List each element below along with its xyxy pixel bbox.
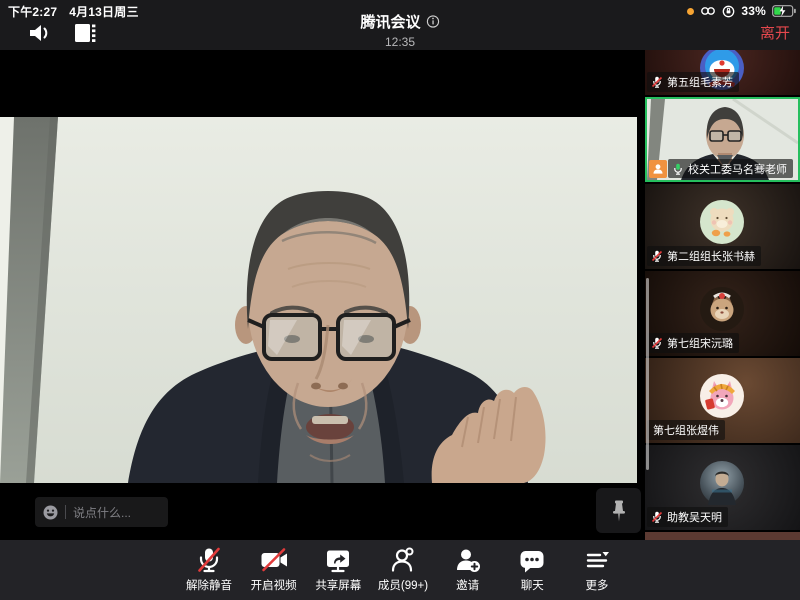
participant-tile[interactable]: 第七组宋沅璐 xyxy=(645,271,800,356)
orientation-lock-icon xyxy=(722,5,735,18)
pin-button[interactable] xyxy=(596,488,641,533)
mic-active-icon xyxy=(672,163,684,175)
participant-tile[interactable]: 第二组组长张书赫 xyxy=(645,184,800,269)
mic-in-use-indicator xyxy=(687,8,694,15)
film-strip-icon xyxy=(72,21,98,45)
participants-sidebar: 第五组毛素芳 xyxy=(645,50,800,540)
avatar-cream-bear xyxy=(700,200,744,244)
microphone-slash-icon xyxy=(195,546,223,574)
more-lines-icon xyxy=(583,546,611,574)
chat-placeholder: 说点什么... xyxy=(73,504,131,521)
participant-tile-partial[interactable] xyxy=(645,532,800,540)
toolbar-button-start-video[interactable]: 开启视频 xyxy=(248,546,300,593)
host-badge xyxy=(649,160,667,178)
page-title: 腾讯会议 xyxy=(360,11,420,32)
members-icon xyxy=(389,546,417,574)
meeting-title-block: 腾讯会议 12:35 xyxy=(360,11,439,49)
speaker-button[interactable] xyxy=(26,19,56,47)
leave-button[interactable]: 离开 xyxy=(760,22,790,43)
battery-percent: 33% xyxy=(741,4,766,18)
participant-name-bar: 第七组宋沅璐 xyxy=(647,333,739,353)
battery-charging-icon xyxy=(772,5,796,17)
participant-tile-active-speaker[interactable]: 校关工委马名骞老师 xyxy=(645,97,800,182)
status-time: 下午2:27 xyxy=(8,3,57,20)
participant-name-bar: 助教吴天明 xyxy=(647,507,728,527)
participant-tile[interactable]: 助教吴天明 xyxy=(645,445,800,530)
avatar-cat-photo xyxy=(700,287,744,331)
tencent-meeting-app: 下午2:27 4月13日周三 33% xyxy=(0,0,800,600)
screen-share-icon xyxy=(324,546,352,574)
chat-input[interactable]: 说点什么... xyxy=(35,497,168,527)
speaker-icon xyxy=(28,21,54,45)
participant-name-bar: 校关工委马名骞老师 xyxy=(668,159,793,178)
camera-view-button[interactable] xyxy=(70,19,100,47)
pushpin-icon xyxy=(610,500,628,522)
toolbar-button-chat[interactable]: 聊天 xyxy=(506,546,558,593)
mic-muted-icon xyxy=(651,76,663,88)
emoji-icon xyxy=(43,505,58,520)
speaker-video-feed xyxy=(0,117,637,483)
bottom-toolbar: 解除静音 开启视频 共享屏幕 xyxy=(0,540,800,600)
participant-name-bar: 第五组毛素芳 xyxy=(647,72,739,92)
divider xyxy=(65,505,66,519)
mic-muted-icon xyxy=(651,250,663,262)
personal-hotspot-icon xyxy=(700,5,716,17)
participant-name-bar: 第二组组长张书赫 xyxy=(647,246,761,266)
avatar-person-photo xyxy=(700,461,744,505)
status-date: 4月13日周三 xyxy=(69,3,138,20)
elapsed-timer: 12:35 xyxy=(360,35,439,49)
person-icon xyxy=(651,162,665,176)
person-add-icon xyxy=(454,546,482,574)
toolbar-button-members[interactable]: 成员(99+) xyxy=(377,546,429,593)
participant-tile[interactable]: 第七组张煜伟 xyxy=(645,358,800,443)
toolbar-button-more[interactable]: 更多 xyxy=(571,546,623,593)
top-bar: 下午2:27 4月13日周三 33% xyxy=(0,0,800,50)
main-video-stage[interactable]: 说点什么... xyxy=(0,50,645,540)
toolbar-button-unmute[interactable]: 解除静音 xyxy=(183,546,235,593)
mic-muted-icon xyxy=(651,337,663,349)
sidebar-scrollbar[interactable] xyxy=(646,278,649,470)
participant-name-bar: 第七组张煜伟 xyxy=(647,420,725,440)
toolbar-button-invite[interactable]: 邀请 xyxy=(442,546,494,593)
participant-tile[interactable]: 第五组毛素芳 xyxy=(645,50,800,95)
info-icon[interactable] xyxy=(427,15,440,28)
camera-slash-icon xyxy=(260,546,288,574)
avatar-pink-fox xyxy=(700,374,744,418)
mic-muted-icon xyxy=(651,511,663,523)
toolbar-button-share-screen[interactable]: 共享屏幕 xyxy=(312,546,364,593)
chat-bubble-icon xyxy=(518,546,546,574)
